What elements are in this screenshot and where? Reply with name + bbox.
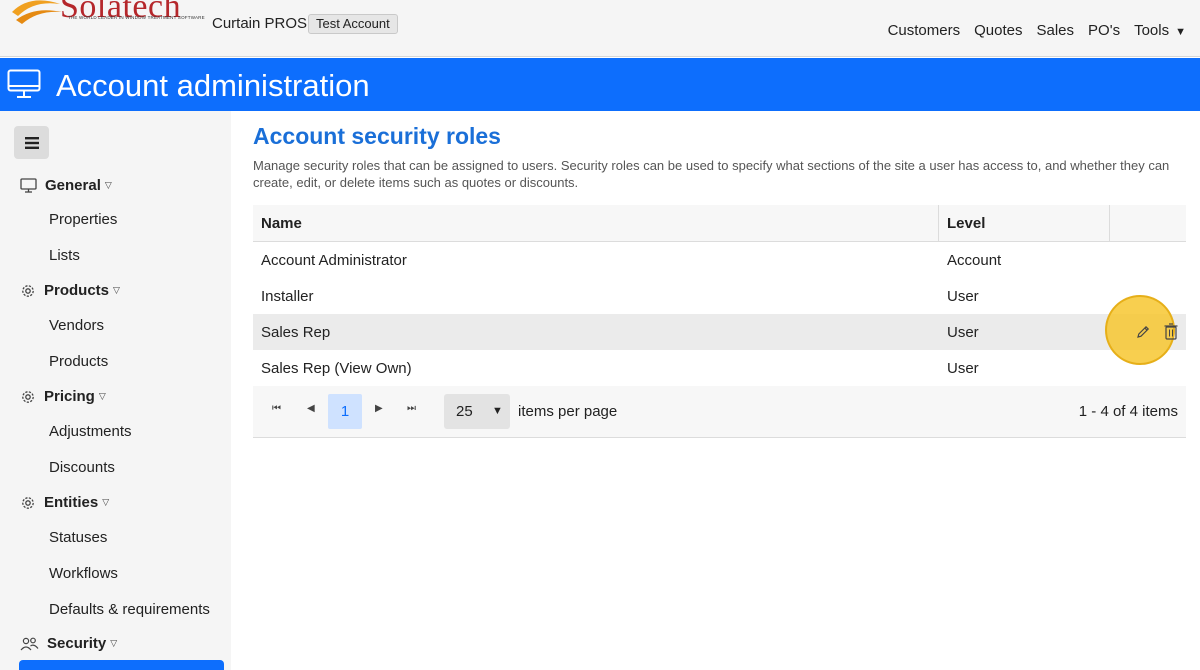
- sidebar-item-products[interactable]: Products: [49, 353, 108, 370]
- chevron-down-icon: ▽: [98, 391, 106, 401]
- account-badge: Test Account: [308, 14, 398, 34]
- sidebar-item-workflows[interactable]: Workflows: [49, 565, 118, 582]
- table-row[interactable]: Account Administrator Account: [253, 242, 1186, 278]
- role-level: User: [947, 324, 979, 341]
- sidebar-item-adjustments[interactable]: Adjustments: [49, 423, 132, 440]
- sidebar-group-pricing[interactable]: Pricing ▽: [20, 388, 106, 405]
- grid-header: Name Level: [253, 205, 1186, 242]
- users-icon: [20, 637, 39, 650]
- pager-info: 1 - 4 of 4 items: [1078, 403, 1178, 420]
- nav-pos[interactable]: PO's: [1088, 22, 1120, 39]
- nav-quotes[interactable]: Quotes: [974, 22, 1022, 39]
- column-divider: [938, 205, 939, 242]
- logo-swoosh-icon: [12, 0, 62, 24]
- chevron-down-icon: ▽: [113, 285, 120, 295]
- page-size-label: items per page: [518, 403, 618, 420]
- column-header-name[interactable]: Name: [261, 215, 302, 232]
- section-title: Account security roles: [253, 123, 501, 149]
- chevron-down-icon: ▽: [110, 638, 118, 648]
- nav-customers[interactable]: Customers: [888, 22, 961, 39]
- next-page-icon[interactable]: ▶: [375, 403, 383, 414]
- monitor-icon: [7, 69, 41, 98]
- sidebar-item-lists[interactable]: Lists: [49, 247, 80, 264]
- last-page-icon[interactable]: ⏭: [407, 403, 416, 414]
- section-description: Manage security roles that can be assign…: [253, 158, 1170, 190]
- sidebar-item-discounts[interactable]: Discounts: [49, 459, 115, 476]
- role-name: Installer: [261, 288, 314, 305]
- pencil-icon[interactable]: [1135, 324, 1151, 340]
- chevron-down-icon: ▽: [104, 180, 112, 190]
- page-size-value: 25: [456, 403, 473, 420]
- gear-icon: [22, 496, 34, 509]
- previous-page-icon[interactable]: ◀: [307, 403, 315, 414]
- nav-tools-label: Tools: [1134, 22, 1170, 39]
- page-header: Account administration: [0, 58, 1200, 111]
- sidebar: General ▽ Properties Lists Products ▽ Ve…: [0, 111, 231, 670]
- sidebar-group-general[interactable]: General ▽: [20, 177, 112, 194]
- page-title: Account administration: [56, 68, 370, 103]
- sidebar-group-label: Entities: [44, 494, 99, 511]
- top-bar: Solatech THE WORLD LEADER IN WINDOW TREA…: [0, 0, 1200, 57]
- role-name: Sales Rep: [261, 324, 331, 341]
- first-page-icon[interactable]: ⏮: [272, 403, 281, 414]
- gear-icon: [22, 284, 34, 297]
- grid-pager: ⏮ ◀ 1 ▶ ⏭ 25 ▼ items per page 1 - 4 of 4…: [253, 386, 1186, 438]
- table-row[interactable]: Installer User: [253, 278, 1186, 314]
- sidebar-item-vendors[interactable]: Vendors: [49, 317, 104, 334]
- sidebar-group-entities[interactable]: Entities ▽: [20, 494, 109, 511]
- security-roles-grid: Name Level Account Administrator Account…: [253, 205, 1186, 438]
- sidebar-group-label: Pricing: [44, 388, 95, 405]
- nav-tools[interactable]: Tools ▼: [1134, 22, 1186, 39]
- logo-wordmark: Solatech: [60, 0, 182, 25]
- caret-down-icon: ▼: [1175, 26, 1186, 38]
- gear-icon: [22, 390, 34, 403]
- sidebar-group-security[interactable]: Security ▽: [20, 635, 117, 652]
- table-row[interactable]: Sales Rep (View Own) User: [253, 350, 1186, 386]
- solatech-logo[interactable]: Solatech THE WORLD LEADER IN WINDOW TREA…: [8, 0, 205, 34]
- trash-icon[interactable]: [1164, 323, 1178, 340]
- sidebar-group-label: General: [45, 177, 101, 194]
- chevron-down-icon: ▽: [102, 497, 110, 507]
- sidebar-item-statuses[interactable]: Statuses: [49, 529, 107, 546]
- sidebar-group-label: Products: [44, 282, 110, 299]
- hamburger-icon: [24, 136, 39, 149]
- sidebar-item-active[interactable]: [19, 660, 224, 670]
- page-number-current[interactable]: 1: [328, 394, 362, 429]
- column-header-level[interactable]: Level: [947, 215, 985, 232]
- nav-sales[interactable]: Sales: [1037, 22, 1075, 39]
- role-level: Account: [947, 252, 1002, 269]
- sidebar-toggle-button[interactable]: [14, 126, 49, 159]
- column-divider: [1109, 205, 1110, 242]
- main-nav: Customers Quotes Sales PO's Tools ▼: [874, 22, 1186, 39]
- sidebar-item-defaults-requirements[interactable]: Defaults & requirements: [49, 601, 210, 618]
- table-row-highlighted[interactable]: Sales Rep User: [253, 295, 1186, 365]
- sidebar-group-products[interactable]: Products ▽: [20, 282, 120, 299]
- monitor-icon: [20, 178, 37, 193]
- page-size-select[interactable]: 25 ▼: [444, 394, 510, 429]
- role-name: Account Administrator: [261, 252, 407, 269]
- app-name: Curtain PROS: [212, 15, 308, 32]
- role-level: User: [947, 360, 979, 377]
- caret-down-icon: ▼: [492, 405, 503, 417]
- role-name: Sales Rep (View Own): [261, 360, 412, 377]
- sidebar-group-label: Security: [47, 635, 107, 652]
- sidebar-item-properties[interactable]: Properties: [49, 211, 117, 228]
- logo-tagline: THE WORLD LEADER IN WINDOW TREATMENT SOF…: [68, 15, 205, 20]
- role-level: User: [947, 288, 979, 305]
